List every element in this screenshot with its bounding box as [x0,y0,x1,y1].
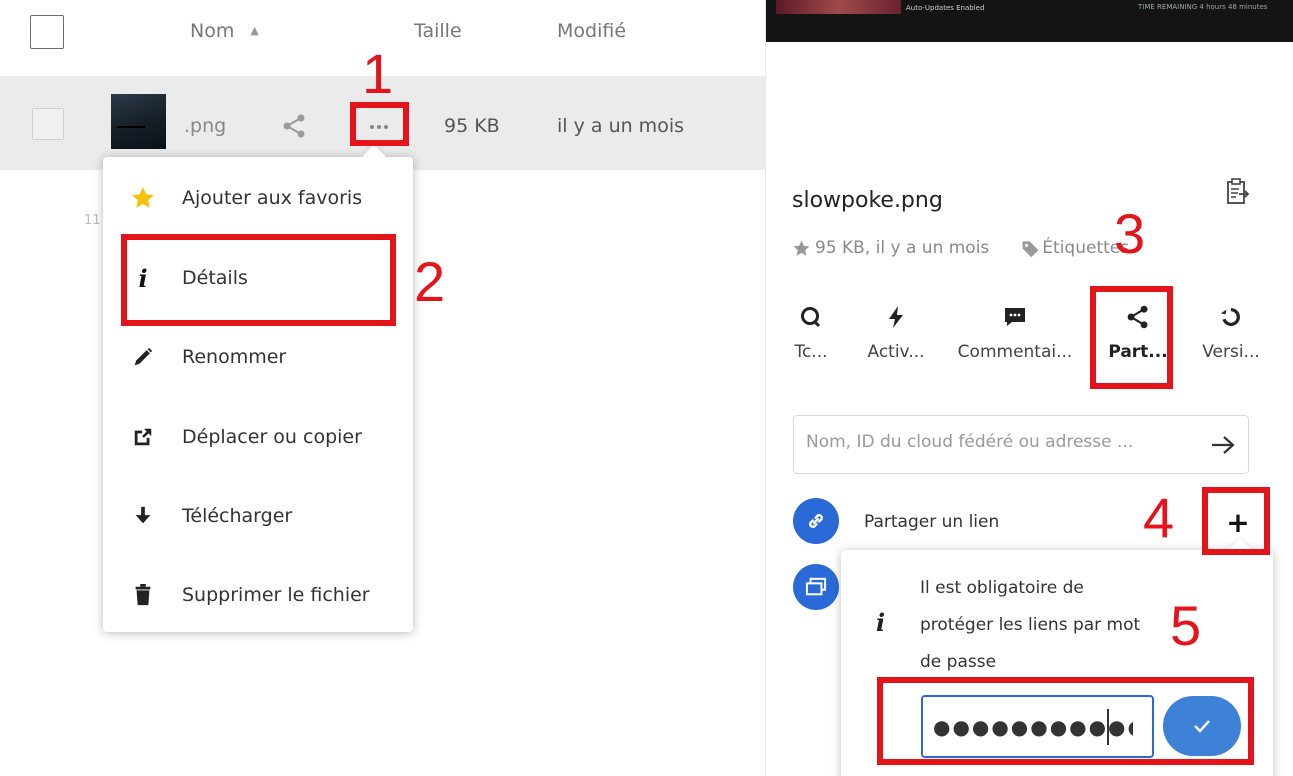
menu-item-download[interactable]: Télécharger [103,488,413,548]
pencil-icon [129,343,157,371]
column-name-label: Nom [190,20,235,42]
file-thumbnail[interactable] [111,94,166,149]
tab-activity[interactable]: Activ... [856,302,936,382]
menu-item-move-copy[interactable]: Déplacer ou copier [103,409,413,469]
tab-search[interactable]: Tc... [786,302,836,382]
column-name-header[interactable]: Nom ▲ [190,20,259,42]
annotation-number-5: 5 [1170,594,1202,657]
sidebar-tabs: Tc... Activ... Commentai... Part... Vers… [786,302,1276,382]
share-icon[interactable] [279,111,309,141]
details-sidebar: Auto-Updates Enabled TIME REMAINING 4 ho… [765,0,1293,776]
preview-banner: Auto-Updates Enabled TIME REMAINING 4 ho… [766,0,1293,42]
internal-link-icon [793,564,839,610]
star-icon [129,184,157,212]
annotation-box-3 [1090,286,1173,389]
preview-art [776,0,901,14]
stray-text: 11 [84,213,101,228]
annotation-number-3: 3 [1114,202,1146,265]
tab-versions[interactable]: Versi... [1196,302,1266,382]
menu-item-label: Télécharger [182,505,293,527]
menu-item-rename[interactable]: Renommer [103,329,413,389]
annotation-box-2 [121,234,396,326]
tab-label: Activ... [867,342,925,362]
column-size-header[interactable]: Taille [414,20,462,42]
file-meta-text: 95 KB, il y a un mois [815,238,990,258]
history-icon [1196,302,1266,332]
menu-item-label: Supprimer le fichier [182,584,370,606]
file-meta: 95 KB, il y a un mois Étiquettes [792,238,1129,258]
search-icon [786,302,836,332]
file-size: 95 KB [444,115,500,137]
menu-item-delete[interactable]: Supprimer le fichier [103,567,413,627]
file-context-menu: Ajouter aux favoris i Détails Renommer D… [103,157,413,632]
tab-label: Commentai... [957,342,1073,362]
banner-left-text: Auto-Updates Enabled [906,4,985,12]
activity-icon [856,302,936,332]
sidebar-filename: slowpoke.png [792,188,943,213]
column-modified-header[interactable]: Modifié [557,20,626,42]
menu-item-label: Renommer [182,346,287,368]
password-required-message: Il est obligatoire de protéger les liens… [920,578,1141,672]
clipboard-icon[interactable] [1226,178,1250,206]
info-icon: i [876,608,886,637]
annotation-box-1 [350,102,409,146]
annotation-box-5 [877,677,1254,765]
file-row-checkbox[interactable] [32,108,64,140]
annotation-number-2: 2 [414,250,446,313]
share-link-label: Partager un lien [864,512,1000,532]
banner-right-text: TIME REMAINING 4 hours 48 minutes [1138,3,1268,11]
annotation-number-4: 4 [1143,486,1175,549]
menu-item-label: Ajouter aux favoris [182,187,363,209]
external-link-icon [129,423,157,451]
tab-label: Versi... [1202,342,1260,362]
select-all-checkbox[interactable] [30,15,64,49]
download-icon [129,502,157,530]
tag-icon[interactable] [1021,239,1040,258]
tab-label: Tc... [794,342,828,362]
comment-icon [946,302,1084,332]
arrow-right-icon[interactable] [1206,428,1240,462]
favorite-star-icon[interactable] [792,239,811,258]
trash-icon [129,581,157,609]
menu-item-favorite[interactable]: Ajouter aux favoris [103,170,413,230]
file-name[interactable]: .png [184,115,226,137]
sort-ascending-icon: ▲ [250,24,259,37]
file-modified: il y a un mois [557,115,684,137]
annotation-number-1: 1 [362,42,394,105]
menu-item-label: Déplacer ou copier [182,426,362,448]
share-search-input[interactable] [806,432,1201,452]
share-with-input[interactable] [793,415,1249,474]
annotation-box-4 [1202,487,1270,555]
link-icon [793,498,839,544]
tab-comments[interactable]: Commentai... [946,302,1084,382]
